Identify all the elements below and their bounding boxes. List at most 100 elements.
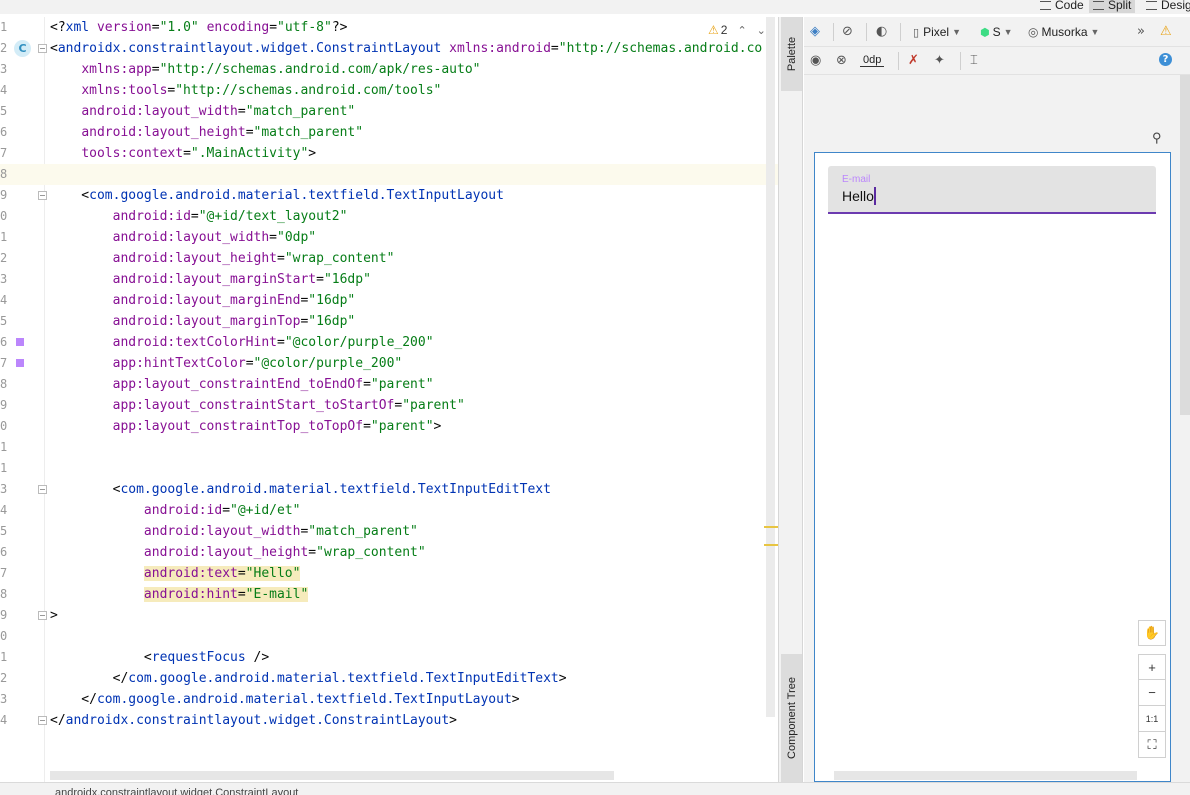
xml-code-editor[interactable]: 1 <?xml version="1.0" encoding="utf-8"?> 2… bbox=[0, 17, 778, 782]
split-view-button[interactable]: Split bbox=[1089, 0, 1136, 13]
view-options-icon[interactable]: ◉ bbox=[810, 53, 821, 68]
code-token: android:layout_width bbox=[81, 104, 238, 119]
text-input-layout[interactable]: E-mail Hello bbox=[828, 166, 1156, 214]
code-token: tools:context bbox=[81, 146, 184, 161]
code-line[interactable]: 7 tools:context=".MainActivity"> bbox=[0, 143, 778, 164]
code-token: "0dp" bbox=[277, 230, 317, 245]
fold-toggle-icon[interactable] bbox=[38, 716, 47, 725]
code-line[interactable]: 6 android:layout_height="wrap_content" bbox=[0, 542, 778, 563]
code-token: app:layout_constraintStart_toStartOf bbox=[112, 398, 395, 413]
code-line[interactable]: 4 xmlns:tools="http://schemas.android.co… bbox=[0, 80, 778, 101]
infer-constraints-icon[interactable]: ✦ bbox=[934, 53, 945, 68]
code-line[interactable]: 1 bbox=[0, 437, 778, 458]
component-tree-tab[interactable]: Component Tree bbox=[781, 654, 802, 782]
code-line[interactable]: 0 app:layout_constraintTop_toTopOf="pare… bbox=[0, 416, 778, 437]
color-swatch-icon[interactable] bbox=[16, 359, 24, 367]
palette-tab[interactable]: Palette bbox=[781, 17, 802, 91]
color-swatch-icon[interactable] bbox=[16, 338, 24, 346]
code-line[interactable]: 3 </com.google.android.material.textfiel… bbox=[0, 689, 778, 710]
fold-toggle-icon[interactable] bbox=[38, 611, 47, 620]
layers-icon[interactable]: ◈ bbox=[810, 24, 820, 39]
code-line[interactable]: 1 android:layout_width="0dp" bbox=[0, 227, 778, 248]
code-line[interactable]: 5 android:layout_marginTop="16dp" bbox=[0, 311, 778, 332]
code-line[interactable]: 8 bbox=[0, 164, 778, 185]
code-line[interactable]: 5 android:layout_width="match_parent" bbox=[0, 521, 778, 542]
code-line[interactable]: 1 <requestFocus /> bbox=[0, 647, 778, 668]
code-token: = bbox=[245, 125, 254, 140]
code-line[interactable]: 3 xmlns:app="http://schemas.android.com/… bbox=[0, 59, 778, 80]
code-token: xml bbox=[65, 20, 97, 35]
code-line[interactable]: 6 android:layout_height="match_parent" bbox=[0, 122, 778, 143]
design-canvas[interactable]: ⚲ E-mail Hello ✋ + − 1:1 ⛶ bbox=[804, 76, 1190, 782]
more-actions-icon[interactable]: » bbox=[1137, 24, 1145, 39]
next-highlight-icon[interactable]: ⌄ bbox=[757, 24, 766, 37]
fold-toggle-icon[interactable] bbox=[38, 485, 47, 494]
theme-selector[interactable]: ◎ Musorka ▼ bbox=[1028, 25, 1099, 39]
editor-vertical-scrollbar[interactable] bbox=[766, 17, 775, 717]
code-line[interactable]: 3 android:layout_marginStart="16dp" bbox=[0, 269, 778, 290]
code-line[interactable]: 9 app:layout_constraintStart_toStartOf="… bbox=[0, 395, 778, 416]
line-number: 4 bbox=[0, 83, 8, 97]
guidelines-icon[interactable]: ⌶ bbox=[970, 53, 978, 68]
line-number: 2 bbox=[0, 41, 8, 55]
scroll-marker[interactable] bbox=[764, 544, 778, 546]
code-line[interactable]: 4 </androidx.constraintlayout.widget.Cons… bbox=[0, 710, 778, 731]
design-view-button[interactable]: Desig bbox=[1146, 0, 1190, 13]
zoom-in-button[interactable]: + bbox=[1138, 654, 1166, 680]
code-line[interactable]: 3 <com.google.android.material.textfield… bbox=[0, 479, 778, 500]
design-horizontal-scrollbar[interactable] bbox=[834, 771, 1137, 780]
activity-link-icon[interactable]: C bbox=[14, 40, 31, 57]
code-view-button[interactable]: Code bbox=[1040, 0, 1084, 13]
help-icon[interactable]: ? bbox=[1159, 53, 1172, 66]
zoom-to-fit-icon[interactable]: ⛶ bbox=[1138, 732, 1166, 758]
issues-warning-icon[interactable]: ⚠ bbox=[1160, 24, 1172, 39]
code-line[interactable]: 1 bbox=[0, 458, 778, 479]
orientation-icon[interactable]: ⊘ bbox=[842, 24, 853, 39]
code-line[interactable]: 4 android:layout_marginEnd="16dp" bbox=[0, 290, 778, 311]
code-line[interactable]: 7 android:text="Hello" bbox=[0, 563, 778, 584]
code-line[interactable]: 5 android:layout_width="match_parent" bbox=[0, 101, 778, 122]
fold-toggle-icon[interactable] bbox=[38, 191, 47, 200]
code-line[interactable]: 7 app:hintTextColor="@color/purple_200" bbox=[0, 353, 778, 374]
code-line[interactable]: 8 app:layout_constraintEnd_toEndOf="pare… bbox=[0, 374, 778, 395]
code-text: > bbox=[50, 605, 58, 626]
code-line[interactable]: 2 </com.google.android.material.textfiel… bbox=[0, 668, 778, 689]
code-line[interactable]: 6 android:textColorHint="@color/purple_2… bbox=[0, 332, 778, 353]
scroll-marker[interactable] bbox=[764, 526, 778, 528]
code-text: app:layout_constraintStart_toStartOf="pa… bbox=[50, 395, 465, 416]
line-number: 1 bbox=[0, 440, 8, 454]
autoconnect-icon[interactable]: ⊗ bbox=[836, 53, 847, 68]
previous-highlight-icon[interactable]: ⌃ bbox=[737, 24, 746, 37]
breadcrumb[interactable]: androidx.constraintlayout.widget.Constra… bbox=[55, 787, 298, 795]
chevron-down-icon: ▼ bbox=[1003, 27, 1013, 37]
device-selector[interactable]: ▯ Pixel ▼ bbox=[913, 25, 961, 39]
code-line[interactable]: 9 <com.google.android.material.textfield… bbox=[0, 185, 778, 206]
toolbar-divider bbox=[960, 52, 961, 70]
code-line[interactable]: 0 android:id="@+id/text_layout2" bbox=[0, 206, 778, 227]
api-level-selector[interactable]: ⬢ S ▼ bbox=[980, 25, 1013, 39]
device-preview[interactable]: E-mail Hello bbox=[814, 152, 1171, 782]
zoom-out-button[interactable]: − bbox=[1138, 680, 1166, 706]
clear-constraints-icon[interactable]: ✗ bbox=[908, 53, 919, 68]
pan-hand-icon[interactable]: ✋ bbox=[1138, 620, 1166, 646]
component-tree-tab-label: Component Tree bbox=[785, 677, 798, 759]
code-line[interactable]: 0 bbox=[0, 626, 778, 647]
code-token: "E-mail" bbox=[245, 587, 309, 602]
code-line[interactable]: 8 android:hint="E-mail" bbox=[0, 584, 778, 605]
night-mode-icon[interactable]: ◐ bbox=[876, 24, 887, 39]
fold-toggle-icon[interactable] bbox=[38, 44, 47, 53]
code-line[interactable]: 1 <?xml version="1.0" encoding="utf-8"?> bbox=[0, 17, 778, 38]
default-margins[interactable]: 0dp bbox=[860, 54, 885, 67]
zoom-actual-size-button[interactable]: 1:1 bbox=[1138, 706, 1166, 732]
editor-horizontal-scrollbar[interactable] bbox=[50, 771, 614, 780]
code-line[interactable]: 9 > bbox=[0, 605, 778, 626]
pin-icon[interactable]: ⚲ bbox=[1152, 130, 1162, 146]
code-line[interactable]: 2 android:layout_height="wrap_content" bbox=[0, 248, 778, 269]
line-number: 0 bbox=[0, 629, 8, 643]
line-number: 3 bbox=[0, 482, 8, 496]
inspection-widget[interactable]: ⚠ 2 ⌃ ⌄ bbox=[708, 23, 766, 37]
code-line[interactable]: 2 C <androidx.constraintlayout.widget.Cons… bbox=[0, 38, 778, 59]
design-vertical-scrollbar[interactable] bbox=[1180, 75, 1190, 415]
code-line[interactable]: 4 android:id="@+id/et" bbox=[0, 500, 778, 521]
line-number: 9 bbox=[0, 608, 8, 622]
